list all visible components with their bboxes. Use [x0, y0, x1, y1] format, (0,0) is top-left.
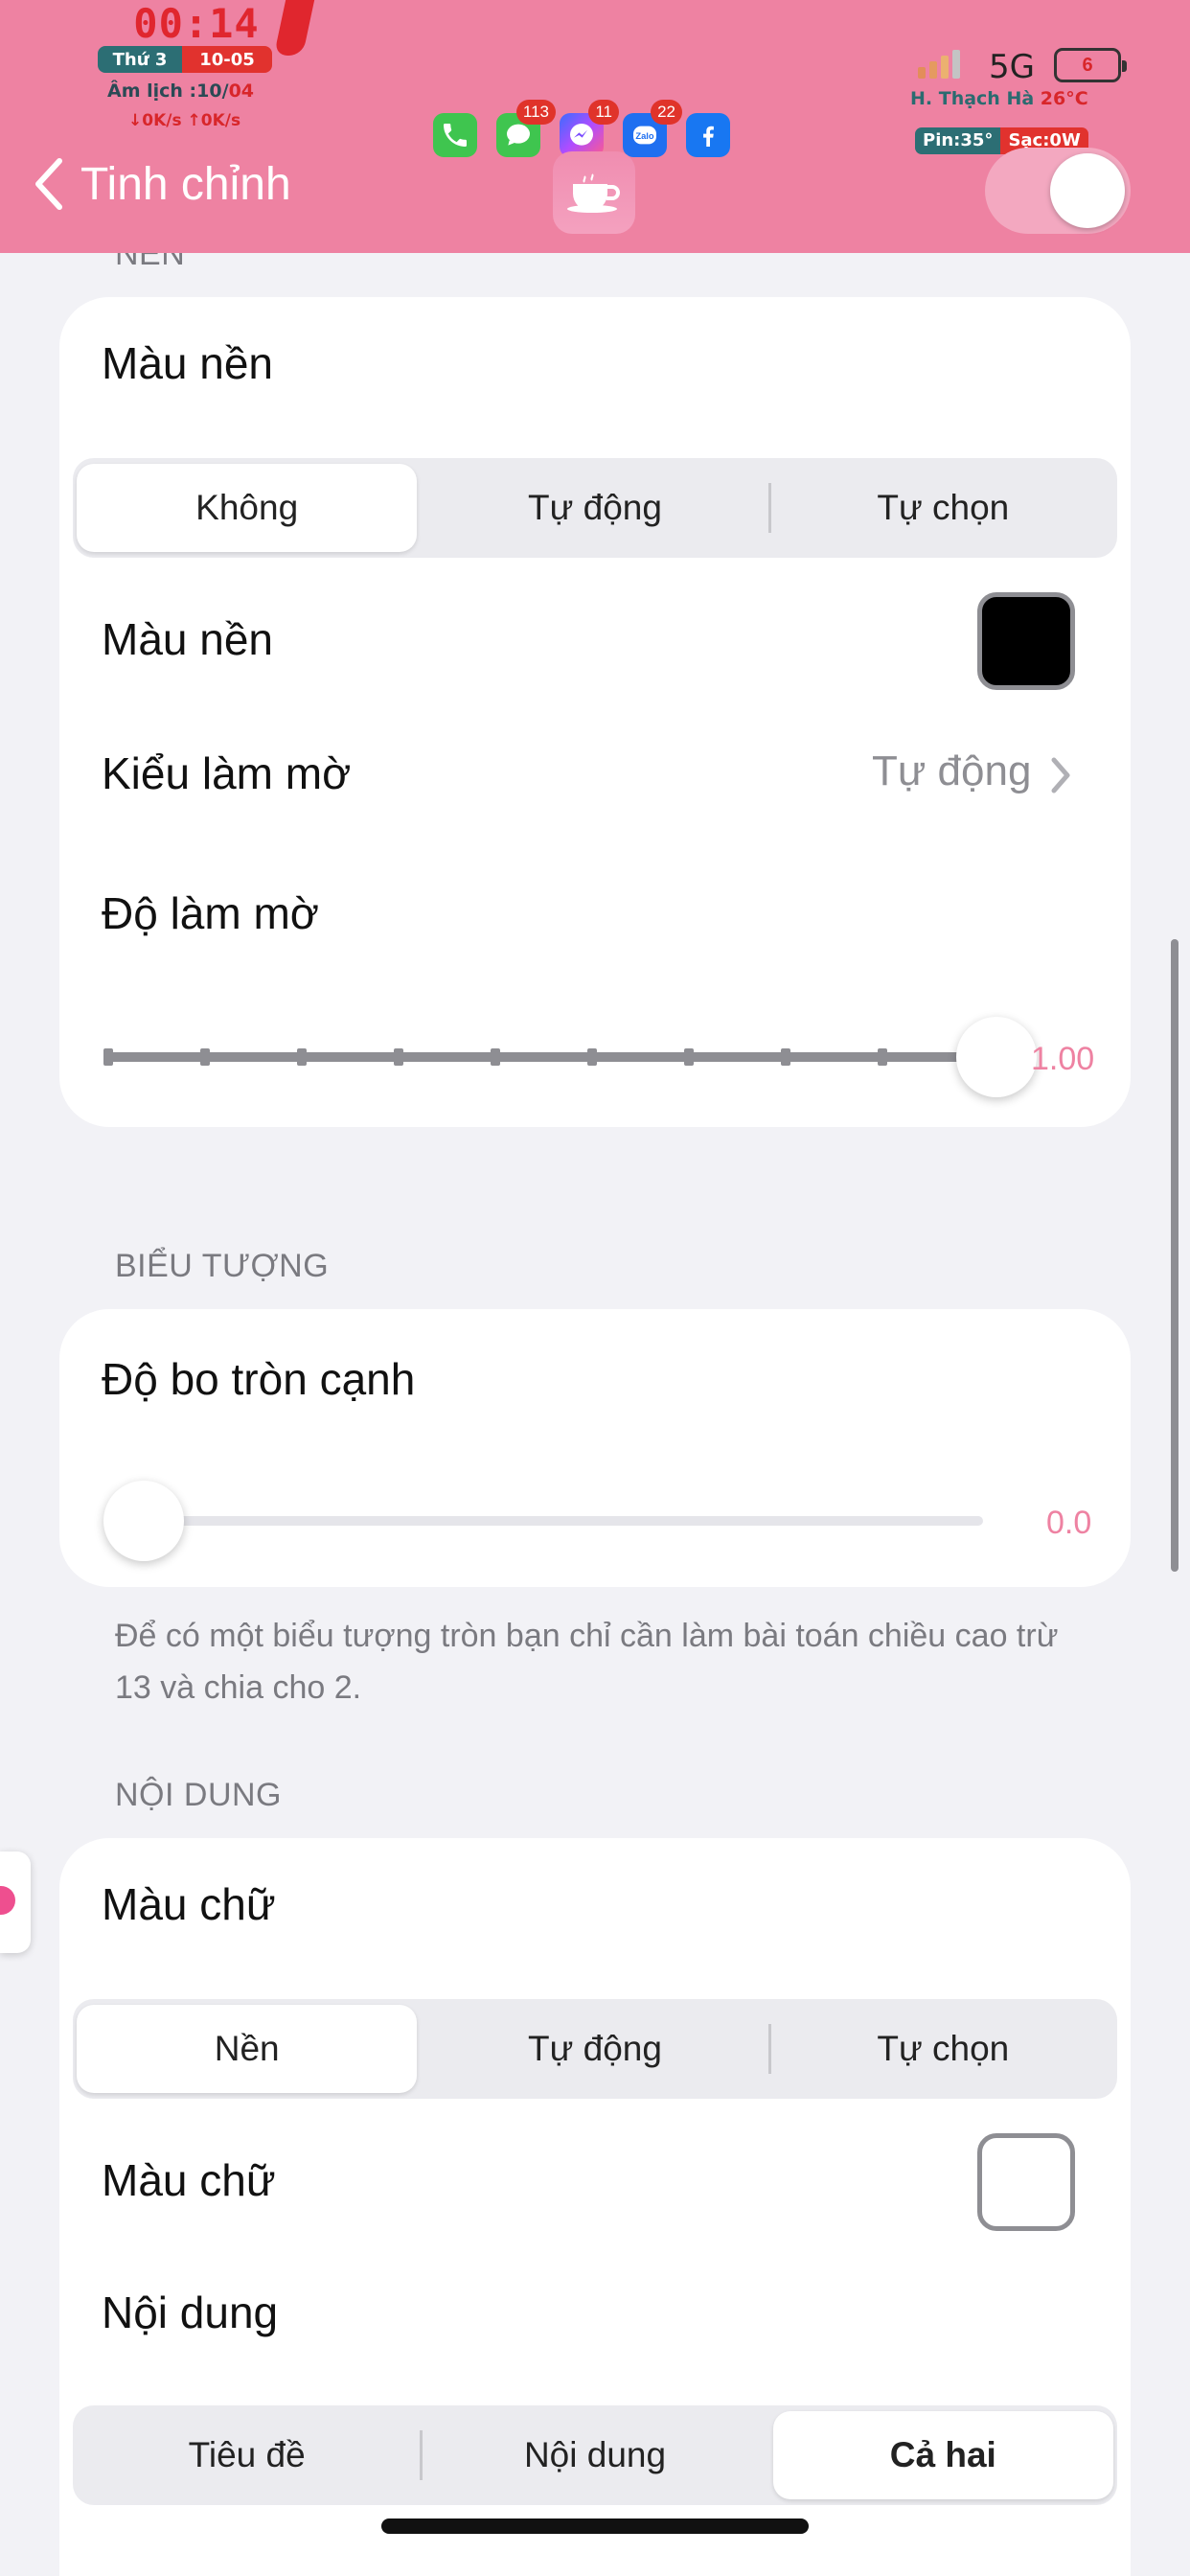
- blur-style-value[interactable]: Tự động: [872, 748, 1031, 795]
- text-color-swatch[interactable]: [977, 2133, 1075, 2231]
- blur-slider-knob[interactable]: [956, 1017, 1037, 1097]
- icon-help-note: Để có một biểu tượng tròn bạn chỉ cần là…: [115, 1618, 1059, 1706]
- net-down: ↓0K/s: [128, 111, 182, 130]
- scrollbar[interactable]: [1171, 939, 1179, 1572]
- lunar-month: 04: [228, 80, 255, 102]
- bg-color-title: Màu nền: [102, 338, 274, 388]
- segment-option-content[interactable]: Nội dung: [420, 2411, 765, 2499]
- corner-radius-label: Độ bo tròn cạnh: [102, 1354, 416, 1404]
- content-display-segmented-control[interactable]: Tiêu đề Nội dung Cả hai: [73, 2405, 1117, 2505]
- clock-time: 00:14: [133, 0, 260, 47]
- zalo-wordmark: Zalo: [635, 131, 653, 141]
- home-indicator[interactable]: [381, 2518, 809, 2534]
- text-color-row-label: Màu chữ: [102, 2155, 276, 2205]
- slider-tick: [684, 1048, 694, 1066]
- facebook-icon: [703, 126, 714, 147]
- segment-option-background[interactable]: Nền: [77, 2005, 418, 2093]
- battery-level: 6: [1082, 54, 1093, 76]
- icon-card: [59, 1309, 1131, 1587]
- segment-option-custom[interactable]: Tự chọn: [767, 464, 1113, 552]
- date-pill: Thứ 3 10-05: [98, 46, 272, 73]
- messenger-icon: [570, 124, 593, 146]
- segment-option-auto[interactable]: Tự động: [424, 464, 765, 552]
- teacup-app-icon[interactable]: [553, 151, 635, 234]
- segment-option-none[interactable]: Không: [77, 464, 418, 552]
- lunar-day: 10: [196, 80, 222, 102]
- zalo-app[interactable]: Zalo 22: [623, 100, 682, 157]
- messenger-badge: 11: [588, 100, 619, 125]
- decorative-flag: [273, 0, 315, 56]
- corner-slider-track: [144, 1516, 983, 1526]
- date: 10-05: [182, 46, 272, 73]
- segment-option-custom[interactable]: Tự chọn: [767, 2005, 1113, 2093]
- slider-tick: [394, 1048, 403, 1066]
- slider-tick: [878, 1048, 887, 1066]
- zalo-icon: Zalo: [633, 126, 656, 145]
- slider-tick: [491, 1048, 500, 1066]
- blur-slider-track: [103, 1052, 977, 1062]
- network-type: 5G: [989, 48, 1035, 86]
- signal-strength-icon: [918, 50, 960, 79]
- slider-tick: [200, 1048, 210, 1066]
- lunar-label: Âm lịch :: [107, 80, 197, 102]
- battery-temp: Pin:35°: [915, 127, 1001, 154]
- teacup-icon: [567, 173, 620, 213]
- enable-toggle[interactable]: [985, 148, 1131, 234]
- blur-amount-label: Độ làm mờ: [102, 888, 319, 938]
- slider-tick: [297, 1048, 307, 1066]
- blur-amount-value: 1.00: [1031, 1041, 1095, 1077]
- blur-style-label: Kiểu làm mờ: [102, 748, 352, 798]
- weather-location: H. Thạch Hà 26°C: [910, 88, 1088, 109]
- net-up: ↑0K/s: [187, 111, 241, 130]
- section-label-content: NỘI DUNG: [115, 1777, 282, 1813]
- content-display-title: Nội dung: [102, 2288, 279, 2337]
- back-label: Tinh chỉnh: [80, 158, 291, 210]
- background-card: [59, 297, 1131, 1127]
- temperature: 26°C: [1040, 88, 1088, 109]
- chevron-right-icon: [1051, 757, 1070, 794]
- chevron-left-icon: [35, 158, 62, 210]
- facebook-app[interactable]: [686, 113, 730, 157]
- floating-assistive-tab[interactable]: [0, 1852, 31, 1953]
- lunar-date: Âm lịch :10/04: [107, 80, 255, 102]
- corner-radius-value: 0.0: [1046, 1505, 1092, 1541]
- status-header: 00:14 Thứ 3 10-05 Âm lịch :10/04 ↓0K/s ↑…: [0, 0, 1190, 253]
- slider-tick: [103, 1048, 113, 1066]
- back-button[interactable]: Tinh chỉnh: [34, 157, 291, 211]
- section-label-icon: BIỂU TƯỢNG: [115, 1248, 330, 1284]
- bg-color-row-label: Màu nền: [102, 614, 274, 664]
- bg-color-swatch[interactable]: [977, 592, 1075, 690]
- phone-app[interactable]: [433, 113, 477, 157]
- segment-option-auto[interactable]: Tự động: [424, 2005, 765, 2093]
- text-color-segmented-control[interactable]: Nền Tự động Tự chọn: [73, 1999, 1117, 2099]
- messages-badge: 113: [515, 100, 556, 125]
- network-speed: ↓0K/s ↑0K/s: [128, 111, 240, 130]
- text-color-title: Màu chữ: [102, 1879, 276, 1929]
- corner-slider-knob[interactable]: [103, 1481, 184, 1561]
- location-name: H. Thạch Hà: [910, 88, 1035, 109]
- assistive-dot-icon: [0, 1886, 15, 1915]
- bg-color-segmented-control[interactable]: Không Tự động Tự chọn: [73, 458, 1117, 558]
- phone-icon: [444, 124, 467, 147]
- slider-tick: [781, 1048, 790, 1066]
- weekday: Thứ 3: [98, 46, 182, 73]
- segment-option-title[interactable]: Tiêu đề: [77, 2411, 417, 2499]
- segment-option-both[interactable]: Cả hai: [772, 2411, 1113, 2499]
- messages-app[interactable]: 113: [496, 100, 556, 157]
- zalo-badge: 22: [651, 100, 682, 125]
- toggle-knob: [1050, 153, 1125, 228]
- slider-tick: [587, 1048, 597, 1066]
- battery-icon: 6: [1054, 48, 1127, 82]
